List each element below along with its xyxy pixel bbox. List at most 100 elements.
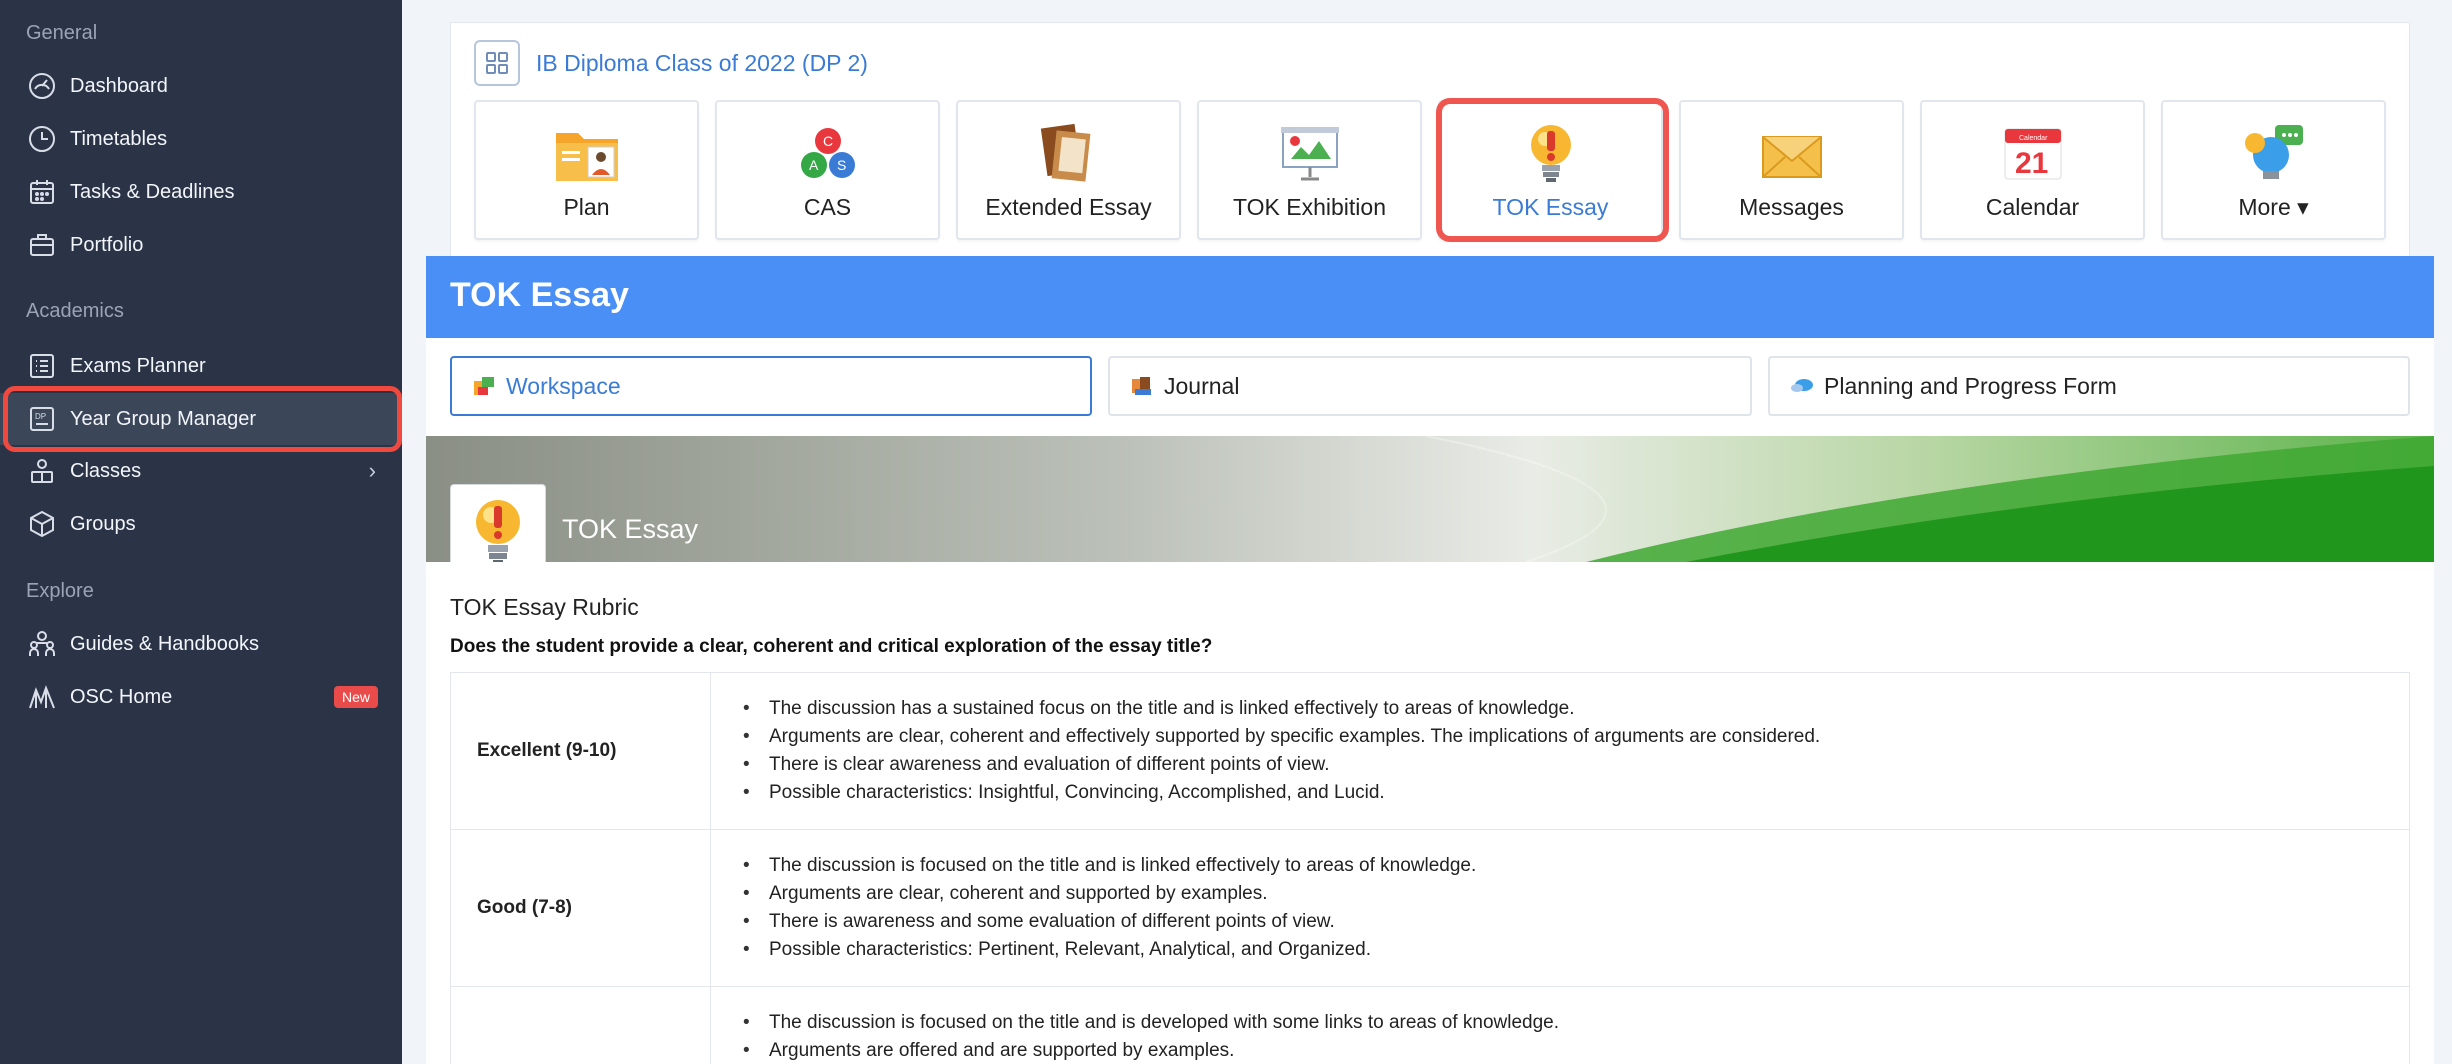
sidebar: General Dashboard Timetables Tasks & Dea… — [0, 0, 402, 1064]
app-banner — [426, 436, 2434, 562]
svg-text:Calendar: Calendar — [2019, 135, 2048, 142]
rubric-description: The discussion is focused on the title a… — [710, 986, 2410, 1064]
presentation-icon — [1275, 120, 1345, 186]
app-tile-label: Extended Essay — [985, 194, 1152, 220]
tab-journal[interactable]: Journal — [1108, 356, 1752, 416]
sidebar-item-label: Timetables — [70, 127, 168, 150]
app-tile-label: More ▾ — [2238, 194, 2309, 220]
app-tile-label: Messages — [1739, 194, 1844, 220]
app-tile-label: Plan — [563, 194, 610, 220]
app-tile-cas[interactable]: CAS CAS — [715, 100, 940, 240]
app-tile-calendar[interactable]: Calendar 21 Calendar — [1920, 100, 2145, 240]
list-item: Possible characteristics: Insightful, Co… — [741, 779, 2409, 807]
apps-grid-icon[interactable] — [474, 40, 520, 86]
tab-planning-progress-form[interactable]: Planning and Progress Form — [1768, 356, 2410, 416]
app-tile-more[interactable]: More ▾ — [2161, 100, 2386, 240]
chat-bubbles-icon — [1791, 379, 1813, 392]
sidebar-item-label: Tasks & Deadlines — [70, 180, 235, 203]
table-row: The discussion is focused on the title a… — [450, 986, 2410, 1064]
list-item: Arguments are offered and are supported … — [741, 1037, 2409, 1064]
calendar-grid-icon — [26, 176, 58, 208]
app-tile-plan[interactable]: Plan — [474, 100, 699, 240]
tab-workspace[interactable]: Workspace — [450, 356, 1092, 416]
sidebar-item-osc-home[interactable]: OSC Home New — [0, 671, 402, 723]
cas-triangle-icon: CA S — [793, 120, 863, 186]
sidebar-item-timetables[interactable]: Timetables — [0, 113, 402, 165]
app-tile-extended-essay[interactable]: Extended Essay — [956, 100, 1181, 240]
rubric-title: TOK Essay Rubric — [450, 594, 639, 620]
list-item: Arguments are clear, coherent and suppor… — [741, 880, 2409, 908]
more-bulb-icon — [2239, 120, 2309, 186]
sidebar-item-label: Guides & Handbooks — [70, 632, 260, 655]
sidebar-section-general: General — [26, 22, 98, 44]
calendar-icon: Calendar 21 — [1998, 120, 2068, 186]
new-badge: New — [333, 686, 378, 708]
year-group-manager-highlight — [3, 386, 402, 452]
page-title: TOK Essay — [450, 276, 629, 314]
sidebar-item-dashboard[interactable]: Dashboard — [0, 60, 402, 112]
tok-essay-highlight — [1436, 98, 1669, 242]
rubric-level: Excellent (9-10) — [450, 672, 711, 830]
sidebar-item-portfolio[interactable]: Portfolio — [0, 219, 402, 271]
banner-title: TOK Essay — [562, 514, 699, 544]
app-tile-label: TOK Exhibition — [1233, 194, 1386, 220]
list-item: There is clear awareness and evaluation … — [741, 751, 2409, 779]
classes-icon — [26, 455, 58, 487]
list-icon — [26, 350, 58, 382]
rubric-level: Good (7-8) — [450, 829, 711, 987]
tab-label: Journal — [1164, 372, 1240, 399]
svg-text:21: 21 — [2015, 147, 2048, 180]
rubric-description: The discussion has a sustained focus on … — [710, 672, 2410, 830]
rubric-description: The discussion is focused on the title a… — [710, 829, 2410, 987]
table-row: Good (7-8) The discussion is focused on … — [450, 829, 2410, 987]
sub-tabs-area: Workspace Journal Planning and Progress … — [426, 338, 2434, 438]
envelope-icon — [1757, 120, 1827, 186]
lightbulb-icon — [476, 500, 520, 565]
list-item: Possible characteristics: Pertinent, Rel… — [741, 936, 2409, 964]
clock-icon — [26, 123, 58, 155]
sidebar-item-label: OSC Home — [70, 685, 173, 708]
sidebar-item-label: Portfolio — [70, 233, 144, 256]
books-icon — [1034, 120, 1104, 186]
cube-icon — [26, 508, 58, 540]
list-item: Arguments are clear, coherent and effect… — [741, 723, 2409, 751]
list-item: The discussion is focused on the title a… — [741, 852, 2409, 880]
list-item: The discussion has a sustained focus on … — [741, 695, 2409, 723]
workspace-icon — [474, 377, 494, 395]
sidebar-item-label: Dashboard — [70, 74, 168, 97]
rubric-level — [450, 986, 711, 1064]
app-tile-label: CAS — [803, 194, 852, 220]
sidebar-item-label: Classes — [70, 459, 142, 482]
sidebar-item-label: Exams Planner — [70, 354, 206, 377]
sidebar-item-classes[interactable]: Classes › — [0, 445, 402, 497]
sidebar-section-academics: Academics — [26, 300, 124, 322]
chevron-right-icon: › — [368, 458, 376, 483]
svg-text:S: S — [837, 157, 846, 173]
journal-icon — [1132, 377, 1151, 395]
tab-label: Workspace — [506, 372, 621, 399]
plan-folder-icon — [552, 120, 622, 186]
table-row: Excellent (9-10) The discussion has a su… — [450, 672, 2410, 830]
sidebar-item-tasks-deadlines[interactable]: Tasks & Deadlines — [0, 166, 402, 218]
banner-swoosh — [1425, 436, 2434, 562]
class-title-link[interactable]: IB Diploma Class of 2022 (DP 2) — [536, 50, 868, 77]
people-icon — [26, 628, 58, 660]
list-item: There is awareness and some evaluation o… — [741, 908, 2409, 936]
page-header-bar: TOK Essay — [426, 256, 2434, 338]
app-tile-tok-exhibition[interactable]: TOK Exhibition — [1197, 100, 1422, 240]
app-tile-label: Calendar — [1985, 194, 2080, 220]
svg-text:A: A — [809, 157, 819, 173]
dashboard-icon — [26, 70, 58, 102]
briefcase-icon — [26, 229, 58, 261]
app-tile-messages[interactable]: Messages — [1679, 100, 1904, 240]
svg-text:C: C — [823, 133, 833, 149]
sidebar-section-explore: Explore — [26, 580, 94, 602]
tab-label: Planning and Progress Form — [1824, 372, 2117, 399]
sidebar-item-guides-handbooks[interactable]: Guides & Handbooks — [0, 618, 402, 670]
rubric-question: Does the student provide a clear, cohere… — [450, 636, 1213, 657]
sidebar-item-label: Groups — [70, 512, 136, 535]
sidebar-item-groups[interactable]: Groups — [0, 498, 402, 550]
list-item: The discussion is focused on the title a… — [741, 1009, 2409, 1037]
rubric-table: Excellent (9-10) The discussion has a su… — [450, 672, 2410, 1064]
sidebar-item-exams-planner[interactable]: Exams Planner — [0, 340, 402, 392]
